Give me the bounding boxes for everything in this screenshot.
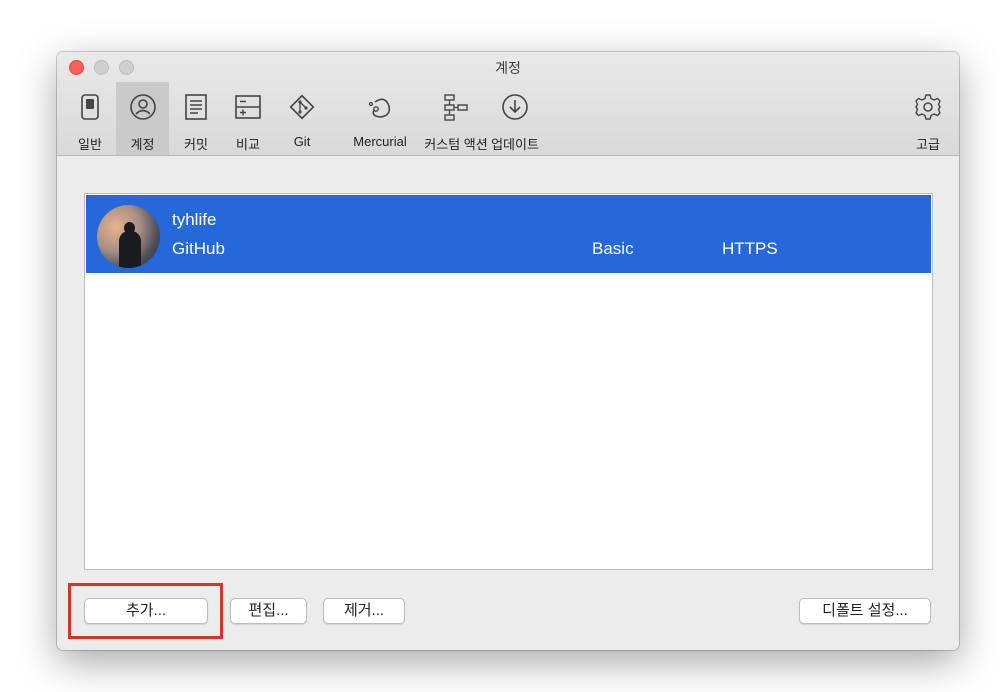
default-settings-button[interactable]: 디폴트 설정... — [799, 598, 931, 624]
window-title: 계정 — [495, 60, 521, 76]
account-host: GitHub — [172, 239, 225, 258]
tab-advanced-label: 고급 — [916, 137, 940, 152]
tab-update-label: 업데이트 — [491, 137, 539, 152]
tab-git[interactable]: Git — [277, 82, 327, 155]
document-icon — [181, 92, 211, 122]
account-icon — [128, 92, 158, 122]
accounts-list[interactable]: tyhlife GitHub Basic HTTPS — [84, 193, 933, 570]
switch-icon — [75, 92, 105, 122]
tab-diff[interactable]: 비교 — [223, 82, 273, 155]
compare-icon — [233, 92, 263, 122]
remove-account-button[interactable]: 제거... — [323, 598, 405, 624]
mercurial-icon — [365, 92, 395, 122]
avatar — [97, 205, 160, 268]
account-protocol: HTTPS — [722, 239, 778, 258]
highlight-annotation — [68, 583, 223, 639]
tab-update[interactable]: 업데이트 — [490, 82, 540, 155]
account-username: tyhlife — [172, 210, 217, 229]
account-auth-type: Basic — [592, 239, 634, 258]
git-icon — [287, 92, 317, 122]
toolbar: 계정 일반 계정 커밋 비교 Git Mercurial 커스텀 액션 업데이트… — [57, 52, 959, 156]
account-row[interactable]: tyhlife GitHub Basic HTTPS — [86, 195, 931, 273]
tab-advanced[interactable]: 고급 — [903, 82, 953, 155]
update-icon — [500, 92, 530, 122]
edit-account-button[interactable]: 편집... — [230, 598, 307, 624]
gear-icon — [913, 92, 943, 122]
custom-actions-icon — [441, 92, 471, 122]
preferences-window: 계정 일반 계정 커밋 비교 Git Mercurial 커스텀 액션 업데이트… — [57, 52, 959, 650]
